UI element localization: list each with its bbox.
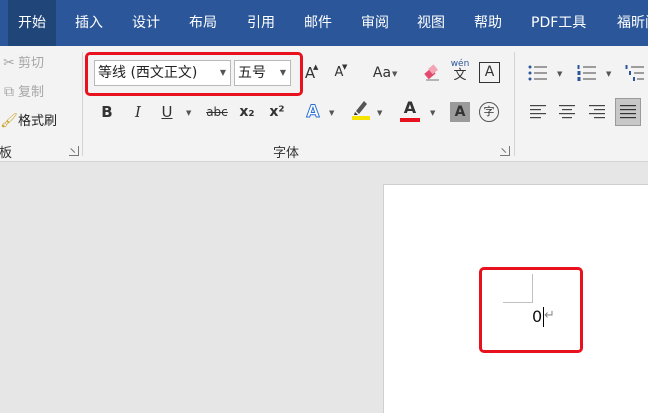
copy-label: 复制 <box>18 85 45 100</box>
shrink-font-button[interactable]: A ▼ <box>329 61 349 85</box>
ribbon-tab-bar: 开始 插入 设计 布局 引用 邮件 审阅 视图 帮助 PDF工具 福昕阅 <box>0 0 648 46</box>
bold-button[interactable]: B <box>98 100 116 124</box>
numbering-dropdown-icon[interactable]: ▼ <box>606 70 611 78</box>
subscript-button[interactable]: x₂ <box>236 100 258 124</box>
copy-button[interactable]: ⧉ 复制 <box>0 81 44 103</box>
tab-home[interactable]: 开始 <box>8 0 56 46</box>
ribbon: ✂剪切 ⧉复制 🖌格式刷 占板 等线 (西文正文) ▼ 五号 ▼ A▲ A▼ A… <box>0 46 648 162</box>
tab-mailings[interactable]: 邮件 <box>304 0 332 46</box>
cut-label: 剪切 <box>18 56 45 71</box>
font-launcher-icon[interactable] <box>500 146 510 156</box>
caret-up-icon: ▲ <box>313 63 319 71</box>
copy-icon: ⧉ <box>4 84 14 100</box>
strikethrough-icon: abc <box>206 105 228 119</box>
chevron-down-icon: ▼ <box>392 70 398 78</box>
eraser-icon <box>424 64 439 81</box>
tab-view[interactable]: 视图 <box>417 0 445 46</box>
character-shading-icon: A <box>454 104 466 120</box>
character-border-icon: A <box>484 64 495 80</box>
tab-foxit[interactable]: 福昕阅 <box>617 0 648 46</box>
bullet-list-icon <box>528 65 547 81</box>
font-group-label: 字体 <box>273 146 300 161</box>
clear-formatting-button[interactable] <box>420 61 444 85</box>
superscript-icon: x² <box>269 104 285 120</box>
underline-dropdown-icon[interactable]: ▼ <box>186 109 191 117</box>
italic-button[interactable]: I <box>129 100 147 124</box>
multilevel-list-button[interactable] <box>624 61 646 85</box>
annotation-highlight-box <box>479 267 583 353</box>
bold-icon: B <box>101 103 113 121</box>
phonetic-guide-bottom: 文 <box>453 68 467 83</box>
paintbrush-icon: 🖌 <box>0 113 18 129</box>
font-color-dropdown-icon[interactable]: ▼ <box>430 109 435 117</box>
format-painter-label: 格式刷 <box>18 114 58 129</box>
align-right-button[interactable] <box>587 100 607 124</box>
change-case-button[interactable]: Aa ▼ <box>364 61 400 85</box>
font-color-button[interactable]: A <box>399 96 421 124</box>
italic-icon: I <box>135 103 141 121</box>
bullets-button[interactable] <box>527 61 549 85</box>
tab-review[interactable]: 审阅 <box>361 0 389 46</box>
underline-icon: U <box>161 103 173 121</box>
enclose-characters-icon: 字 <box>483 105 495 118</box>
text-effects-dropdown-icon[interactable]: ▼ <box>329 109 334 117</box>
tab-references[interactable]: 引用 <box>247 0 275 46</box>
format-painter-button[interactable]: 🖌格式刷 <box>0 110 57 132</box>
cut-button[interactable]: ✂ 剪切 <box>0 52 44 74</box>
justify-button[interactable] <box>615 98 641 126</box>
annotation-highlight-box <box>85 52 303 96</box>
align-left-icon <box>530 105 546 119</box>
tab-pdf-tools[interactable]: PDF工具 <box>531 0 586 46</box>
strikethrough-button[interactable]: abc <box>204 100 230 124</box>
text-effects-button[interactable]: A <box>303 100 323 124</box>
highlighter-icon <box>352 101 370 120</box>
superscript-button[interactable]: x² <box>266 100 288 124</box>
phonetic-guide-button[interactable]: wén 文 <box>449 58 471 82</box>
font-color-icon: A <box>403 98 417 117</box>
highlight-dropdown-icon[interactable]: ▼ <box>377 109 382 117</box>
align-right-icon <box>589 105 605 119</box>
bullets-dropdown-icon[interactable]: ▼ <box>557 70 562 78</box>
tab-layout[interactable]: 布局 <box>189 0 217 46</box>
tab-insert[interactable]: 插入 <box>75 0 103 46</box>
numbered-list-icon <box>577 65 596 81</box>
align-center-button[interactable] <box>557 100 577 124</box>
enclose-characters-button[interactable]: 字 <box>479 102 499 122</box>
multilevel-list-icon <box>625 65 644 81</box>
grow-font-button[interactable]: A ▲ <box>300 61 320 85</box>
group-separator <box>82 52 83 156</box>
caret-down-icon: ▼ <box>342 63 348 71</box>
clipboard-launcher-icon[interactable] <box>69 146 79 156</box>
character-shading-button[interactable]: A <box>450 102 470 122</box>
change-case-icon: Aa <box>372 65 392 81</box>
align-center-icon <box>559 105 575 119</box>
justify-icon <box>620 105 636 119</box>
text-effects-icon: A <box>306 102 320 123</box>
tab-help[interactable]: 帮助 <box>474 0 502 46</box>
character-border-button[interactable]: A <box>479 62 500 83</box>
scissors-icon: ✂ <box>3 55 15 71</box>
font-color-swatch <box>400 118 420 122</box>
align-left-button[interactable] <box>528 100 548 124</box>
underline-button[interactable]: U <box>158 100 176 124</box>
numbering-button[interactable] <box>576 61 598 85</box>
clipboard-group-label: 占板 <box>0 146 13 161</box>
word-window: 开始 插入 设计 布局 引用 邮件 审阅 视图 帮助 PDF工具 福昕阅 ✂剪切… <box>0 0 648 413</box>
subscript-icon: x₂ <box>239 104 255 120</box>
tab-design[interactable]: 设计 <box>132 0 160 46</box>
text-highlight-button[interactable] <box>350 98 372 122</box>
group-separator <box>514 52 515 156</box>
